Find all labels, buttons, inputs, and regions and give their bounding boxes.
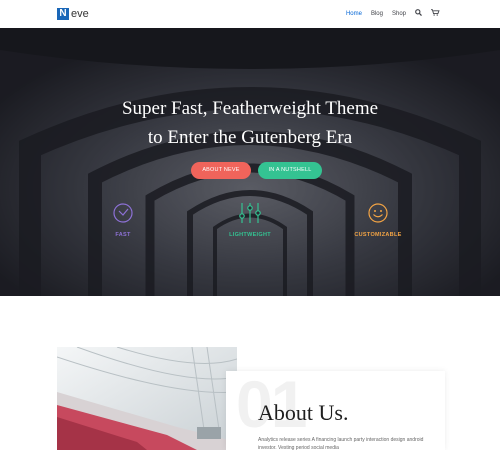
- logo-text: eve: [71, 8, 89, 20]
- feature-lightweight-label: LIGHTWEIGHT: [229, 232, 271, 238]
- about-text: Analytics release series A financing lau…: [258, 437, 424, 450]
- site-logo[interactable]: N eve: [57, 8, 89, 20]
- feature-lightweight: LIGHTWEIGHT: [210, 202, 290, 238]
- about-title: About Us.: [258, 400, 349, 425]
- nav-item-home[interactable]: Home: [346, 11, 362, 17]
- in-a-nutshell-button[interactable]: IN A NUTSHELL: [258, 162, 322, 179]
- hero-title-line-1: Super Fast, Featherweight Theme: [121, 98, 379, 119]
- about-neve-button[interactable]: ABOUT NEVE: [191, 162, 251, 179]
- search-icon[interactable]: [415, 9, 422, 18]
- sliders-icon: [239, 203, 261, 223]
- hero-title: Super Fast, Featherweight Theme to Enter…: [0, 94, 500, 152]
- about-train-image: [57, 347, 237, 450]
- feature-customizable: CUSTOMIZABLE: [338, 202, 418, 238]
- cart-icon[interactable]: [431, 9, 440, 18]
- feature-fast-label: FAST: [115, 232, 131, 238]
- smiley-icon: [368, 203, 388, 223]
- main-nav: Home Blog Shop: [346, 9, 440, 18]
- nav-item-shop[interactable]: Shop: [392, 11, 406, 17]
- feature-fast: FAST: [83, 202, 163, 238]
- hero-section: Super Fast, Featherweight Theme to Enter…: [0, 28, 500, 296]
- hero-title-line-2: to Enter the Gutenberg Era: [147, 127, 353, 148]
- hero-background-image: [0, 28, 500, 296]
- about-card: 01 About Us. Analytics release series A …: [226, 371, 445, 450]
- feature-customizable-label: CUSTOMIZABLE: [354, 232, 402, 238]
- logo-mark: N: [57, 8, 69, 20]
- clock-icon: [113, 203, 133, 223]
- site-header: N eve Home Blog Shop: [0, 0, 500, 28]
- nav-item-blog[interactable]: Blog: [371, 11, 383, 17]
